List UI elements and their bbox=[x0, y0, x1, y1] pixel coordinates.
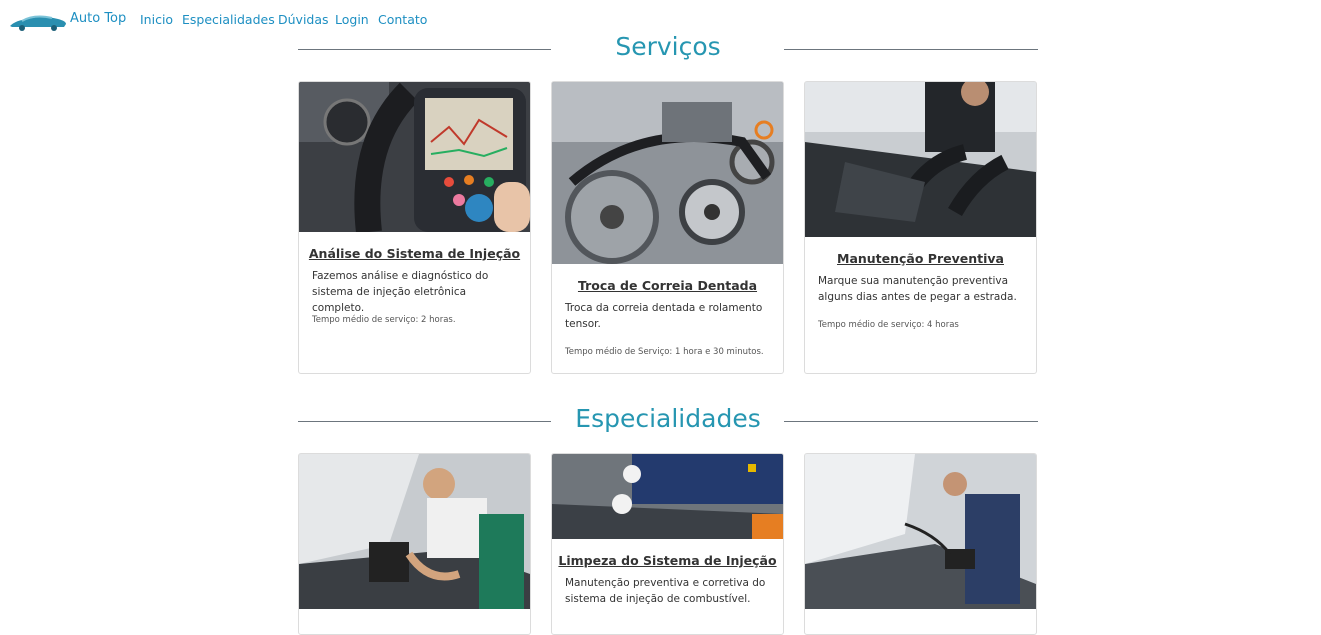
card-time: Tempo médio de Serviço: 1 hora e 30 minu… bbox=[565, 347, 764, 357]
timing-belt-engine-photo bbox=[552, 82, 783, 264]
card-title[interactable]: Manutenção Preventiva bbox=[805, 251, 1036, 266]
nav-link-duvidas[interactable]: Dúvidas bbox=[278, 12, 329, 27]
nav-link-especialidades[interactable]: Especialidades bbox=[182, 12, 275, 27]
divider-right bbox=[784, 421, 1038, 422]
service-card[interactable]: Manutenção Preventiva Marque sua manuten… bbox=[804, 81, 1037, 374]
mechanic-tablet-photo bbox=[805, 454, 1036, 609]
diagnostic-scanner-photo bbox=[299, 82, 530, 232]
divider-right bbox=[784, 49, 1038, 50]
injection-cleaning-photo bbox=[552, 454, 783, 539]
card-title[interactable]: Limpeza do Sistema de Injeção bbox=[552, 553, 783, 568]
service-card[interactable]: Troca de Correia Dentada Troca da correi… bbox=[551, 81, 784, 374]
nav-link-contato[interactable]: Contato bbox=[378, 12, 427, 27]
card-description: Manutenção preventiva e corretiva do sis… bbox=[565, 577, 766, 605]
specialty-card[interactable] bbox=[298, 453, 531, 635]
card-description: Marque sua manutenção preventiva alguns … bbox=[818, 275, 1017, 303]
mechanic-laptop-photo bbox=[299, 454, 530, 609]
card-title[interactable]: Análise do Sistema de Injeção bbox=[299, 246, 530, 261]
section-heading: Especialidades bbox=[575, 404, 761, 433]
brand-link[interactable]: Auto Top bbox=[70, 11, 126, 26]
card-time: Tempo médio de serviço: 2 horas. bbox=[312, 315, 456, 325]
section-title-especialidades: Especialidades bbox=[298, 404, 1038, 440]
card-time: Tempo médio de serviço: 4 horas bbox=[818, 320, 959, 330]
specialty-card[interactable] bbox=[804, 453, 1037, 635]
specialty-card[interactable]: Limpeza do Sistema de Injeção Manutenção… bbox=[551, 453, 784, 635]
nav-link-inicio[interactable]: Inicio bbox=[140, 12, 173, 27]
section-title-servicos: Serviços bbox=[298, 32, 1038, 68]
card-description: Fazemos análise e diagnóstico do sistema… bbox=[312, 270, 489, 314]
section-heading: Serviços bbox=[615, 32, 721, 61]
card-description: Troca da correia dentada e rolamento ten… bbox=[565, 302, 763, 330]
nav-link-login[interactable]: Login bbox=[335, 12, 369, 27]
car-logo-icon[interactable] bbox=[8, 12, 68, 32]
card-title[interactable]: Troca de Correia Dentada bbox=[552, 278, 783, 293]
mechanic-under-hood-photo bbox=[805, 82, 1036, 237]
service-card[interactable]: Análise do Sistema de Injeção Fazemos an… bbox=[298, 81, 531, 374]
